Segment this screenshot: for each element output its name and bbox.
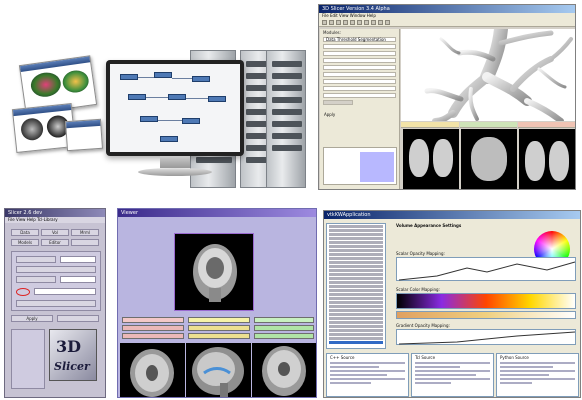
tools-group xyxy=(11,329,45,389)
menu-bar[interactable]: File View Help Tcl-Library xyxy=(5,217,105,223)
extra-button[interactable] xyxy=(71,239,99,246)
red-slice-slider[interactable] xyxy=(122,325,184,331)
camera-icon[interactable] xyxy=(364,20,369,25)
home-icon[interactable] xyxy=(322,20,327,25)
toolbar xyxy=(319,19,575,27)
yellow-slice-bar[interactable] xyxy=(518,122,575,128)
color-ramp[interactable] xyxy=(396,311,576,319)
data-button[interactable]: Data xyxy=(11,229,39,236)
axial-slice[interactable] xyxy=(120,343,185,397)
window-title: vtkKWApplication xyxy=(324,211,580,219)
vol-button[interactable]: Vol xyxy=(41,229,69,236)
open-icon[interactable] xyxy=(329,20,334,25)
3d-brain-view[interactable] xyxy=(174,233,254,311)
module-label: Modules: xyxy=(323,30,341,35)
yellow-slice-controls[interactable] xyxy=(188,317,250,323)
monitor-stand xyxy=(160,156,190,168)
param-field-7[interactable] xyxy=(323,86,396,91)
yellow-slice-buttons[interactable] xyxy=(188,333,250,339)
appearance-window: vtkKWApplication Volume Appearance Setti… xyxy=(323,210,581,398)
green-slice-controls[interactable] xyxy=(254,317,314,323)
scalar-opacity-label: Scalar Opacity Mapping: xyxy=(396,251,445,256)
param-field-8[interactable] xyxy=(323,93,396,98)
slicer-logo: 3D Slicer xyxy=(49,329,97,381)
python-source-pane[interactable]: Python Source xyxy=(496,353,579,397)
param-field-1[interactable] xyxy=(323,44,396,49)
monitor xyxy=(106,60,244,156)
scalar-opacity-editor[interactable] xyxy=(396,257,576,281)
red-slice-bar[interactable] xyxy=(401,122,459,128)
mrml-button[interactable]: Mrml xyxy=(71,229,99,236)
gradient-opacity-editor[interactable] xyxy=(396,329,576,345)
models-button[interactable]: Models xyxy=(11,239,39,246)
color-swatch[interactable] xyxy=(360,152,394,182)
module-selector[interactable]: Data Threshold Segmentation xyxy=(323,37,396,42)
coronal-slice[interactable] xyxy=(252,343,316,397)
settings-group xyxy=(11,251,101,311)
ct-sagittal-view[interactable] xyxy=(461,129,517,189)
param-field-5[interactable] xyxy=(323,72,396,77)
3d-view[interactable] xyxy=(401,22,575,124)
undo-icon[interactable] xyxy=(343,20,348,25)
scalar-color-label: Scalar Color Mapping: xyxy=(396,287,440,292)
green-slice-buttons[interactable] xyxy=(254,333,314,339)
yellow-slice-slider[interactable] xyxy=(188,325,250,331)
workstation-collage xyxy=(8,8,308,198)
slicer2-window: Slicer 2.6 dev File View Help Tcl-Librar… xyxy=(4,208,106,398)
svg-text:Slicer: Slicer xyxy=(54,360,91,373)
slicer3-window: 3D Slicer Version 3.4 Alpha File Edit Vi… xyxy=(318,4,576,190)
viewer-window: Viewer xyxy=(117,208,317,398)
save-icon[interactable] xyxy=(336,20,341,25)
pan-icon[interactable] xyxy=(378,20,383,25)
monitor-base xyxy=(138,168,212,176)
module-panel: Modules: Data Threshold Segmentation App… xyxy=(320,29,400,189)
ct-axial-view[interactable] xyxy=(403,129,459,189)
zoom-icon[interactable] xyxy=(371,20,376,25)
svg-text:3D: 3D xyxy=(56,337,81,356)
redo-icon[interactable] xyxy=(350,20,355,25)
param-field-3[interactable] xyxy=(323,58,396,63)
cancel-button[interactable] xyxy=(57,315,99,322)
tcl-source-pane[interactable]: Tcl Source xyxy=(411,353,494,397)
server-rack-3 xyxy=(266,50,306,188)
airway-tree-3d xyxy=(424,22,573,124)
pipeline-editor-screen xyxy=(110,64,240,152)
window-title: Viewer xyxy=(118,209,316,217)
rotate-icon[interactable] xyxy=(385,20,390,25)
highlight-circle xyxy=(16,288,30,296)
gradient-opacity-label: Gradient Opacity Mapping: xyxy=(396,323,450,328)
window-title: Slicer 2.6 dev xyxy=(5,209,105,217)
editor-button[interactable]: Editor xyxy=(41,239,69,246)
red-slice-controls[interactable] xyxy=(122,317,184,323)
layout-icon[interactable] xyxy=(357,20,362,25)
red-slice-buttons[interactable] xyxy=(122,333,184,339)
scalar-color-editor[interactable] xyxy=(396,293,576,309)
head-mri-slice xyxy=(193,244,237,302)
param-field-2[interactable] xyxy=(323,51,396,56)
param-field-4[interactable] xyxy=(323,65,396,70)
green-slice-slider[interactable] xyxy=(254,325,314,331)
cpp-source-pane[interactable]: C++ Source xyxy=(326,353,409,397)
window-title: 3D Slicer Version 3.4 Alpha xyxy=(319,5,575,13)
slice-controls xyxy=(323,147,397,185)
section-title: Volume Appearance Settings xyxy=(396,223,462,228)
apply-button[interactable]: Apply xyxy=(11,315,53,322)
param-field-6[interactable] xyxy=(323,79,396,84)
floating-window-small xyxy=(64,118,104,152)
apply-button[interactable]: Apply xyxy=(323,100,353,117)
green-slice-bar[interactable] xyxy=(460,122,517,128)
sagittal-slice[interactable] xyxy=(186,343,251,397)
ct-coronal-view[interactable] xyxy=(519,129,575,189)
widget-tree[interactable] xyxy=(326,223,386,349)
